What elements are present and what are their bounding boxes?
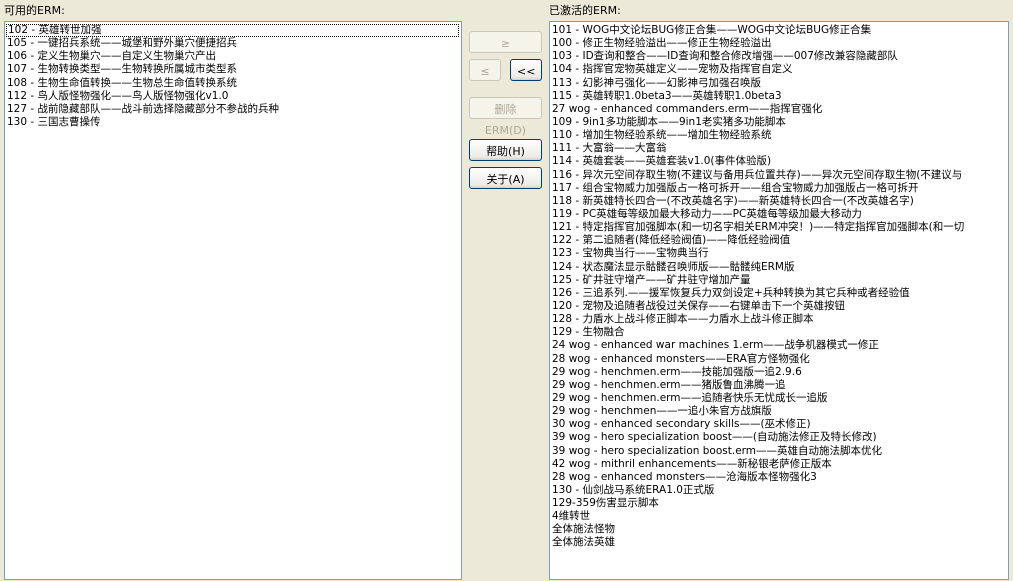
list-item[interactable]: 123 - 宝物典当行——宝物典当行	[550, 247, 1008, 260]
list-item[interactable]: 109 - 9in1多功能脚本——9in1老实猪多功能脚本	[550, 116, 1008, 129]
list-item[interactable]: 29 wog - henchmen.erm——追随者快乐无忧成长一追版	[550, 392, 1008, 405]
list-item[interactable]: 30 wog - enhanced secondary skills——(巫术修…	[550, 418, 1008, 431]
list-item[interactable]: 128 - 力盾水上战斗修正脚本——力盾水上战斗修正脚本	[550, 313, 1008, 326]
list-item[interactable]: 101 - WOG中文论坛BUG修正合集——WOG中文论坛BUG修正合集	[550, 24, 1008, 37]
list-item[interactable]: 4维转世	[550, 510, 1008, 523]
list-item[interactable]: 107 - 生物转换类型——生物转换所属城市类型系	[5, 63, 461, 76]
active-erm-label: 已激活的ERM:	[549, 4, 621, 17]
list-item[interactable]: 129 - 生物融合	[550, 326, 1008, 339]
list-item[interactable]: 114 - 英雄套装——英雄套装v1.0(事件体验版)	[550, 155, 1008, 168]
list-item[interactable]: 118 - 新英雄特长四合一(不改英雄名字)——新英雄特长四合一(不改英雄名字)	[550, 195, 1008, 208]
list-item[interactable]: 126 - 三追系列.——援军恢复兵力双剑设定+兵种转换为其它兵种或者经验值	[550, 287, 1008, 300]
add-erm-button[interactable]: ≥	[469, 31, 542, 53]
remove-all-erm-button[interactable]: <<	[510, 59, 542, 81]
list-item[interactable]: 105 - 一键招兵系统——城堡和野外巢穴便捷招兵	[5, 37, 461, 50]
delete-erm-button[interactable]: 删除ERM(D)	[469, 97, 542, 137]
list-item[interactable]: 100 - 修正生物经验溢出——修正生物经验溢出	[550, 37, 1008, 50]
list-item[interactable]: 24 wog - enhanced war machines 1.erm——战争…	[550, 339, 1008, 352]
list-item[interactable]: 全体施法怪物	[550, 523, 1008, 536]
list-item[interactable]: 115 - 英雄转职1.0beta3——英雄转职1.0beta3	[550, 90, 1008, 103]
list-item[interactable]: 122 - 第二追随者(降低经验阀值)——降低经验阀值	[550, 234, 1008, 247]
list-item[interactable]: 111 - 大富翁——大富翁	[550, 142, 1008, 155]
list-item[interactable]: 106 - 定义生物巢穴——自定义生物巢穴产出	[5, 50, 461, 63]
list-item[interactable]: 116 - 异次元空间存取生物(不建议与备用兵位置共存)——异次元空间存取生物(…	[550, 169, 1008, 182]
list-item[interactable]: 108 - 生物生命值转换——生物总生命值转换系统	[5, 77, 461, 90]
list-item[interactable]: 29 wog - henchmen.erm——猪版鲁血沸腾一追	[550, 379, 1008, 392]
list-item[interactable]: 103 - ID查询和整合——ID查询和整合修改增强——007修改兼容隐藏部队	[550, 50, 1008, 63]
list-item[interactable]: 102 - 英雄转世加强	[6, 24, 459, 38]
list-item[interactable]: 28 wog - enhanced monsters——ERA官方怪物强化	[550, 353, 1008, 366]
list-item[interactable]: 127 - 战前隐藏部队——战斗前选择隐藏部分不参战的兵种	[5, 103, 461, 116]
list-item[interactable]: 124 - 状态魔法显示骷髅召唤师版——骷髅纯ERM版	[550, 261, 1008, 274]
list-item[interactable]: 39 wog - hero specialization boost.erm——…	[550, 445, 1008, 458]
list-item[interactable]: 39 wog - hero specialization boost——(自动施…	[550, 431, 1008, 444]
list-item[interactable]: 130 - 仙剑战马系统ERA1.0正式版	[550, 484, 1008, 497]
list-item[interactable]: 119 - PC英雄每等级加最大移动力——PC英雄每等级加最大移动力	[550, 208, 1008, 221]
list-item[interactable]: 117 - 组合宝物威力加强版占一格可拆开——组合宝物威力加强版占一格可拆开	[550, 182, 1008, 195]
list-item[interactable]: 130 - 三国志曹操传	[5, 116, 461, 129]
list-item[interactable]: 125 - 矿井驻守增产——矿井驻守增加产量	[550, 274, 1008, 287]
list-item[interactable]: 27 wog - enhanced commanders.erm——指挥官强化	[550, 103, 1008, 116]
available-erm-list[interactable]: 102 - 英雄转世加强 105 - 一键招兵系统——城堡和野外巢穴便捷招兵 106…	[4, 21, 462, 580]
list-item[interactable]: 28 wog - enhanced monsters——沧海版本怪物强化3	[550, 471, 1008, 484]
available-erm-label: 可用的ERM:	[4, 4, 65, 17]
about-button[interactable]: 关于(A)	[469, 167, 542, 189]
list-item[interactable]: 120 - 宠物及追随者战役过关保存——右键单击下一个英雄按钮	[550, 300, 1008, 313]
list-item[interactable]: 110 - 增加生物经验系统——增加生物经验系统	[550, 129, 1008, 142]
active-erm-list[interactable]: 101 - WOG中文论坛BUG修正合集——WOG中文论坛BUG修正合集 100 …	[549, 21, 1009, 580]
list-item[interactable]: 121 - 特定指挥官加强脚本(和一切名字相关ERM冲突！)——特定指挥官加强脚…	[550, 221, 1008, 234]
remove-erm-button[interactable]: ≤	[469, 59, 501, 81]
list-item[interactable]: 29 wog - henchmen.erm——技能加强版一追2.9.6	[550, 366, 1008, 379]
list-item[interactable]: 29 wog - henchmen——一追小朱官方战旗版	[550, 405, 1008, 418]
list-item[interactable]: 113 - 幻影神弓强化——幻影神弓加强召唤版	[550, 77, 1008, 90]
help-button[interactable]: 帮助(H)	[469, 139, 542, 161]
list-item[interactable]: 全体施法英雄	[550, 536, 1008, 549]
list-item[interactable]: 42 wog - mithril enhancements——新秘银老萨修正版本	[550, 458, 1008, 471]
list-item[interactable]: 104 - 指挥官宠物英雄定义——宠物及指挥官自定义	[550, 63, 1008, 76]
list-item[interactable]: 129-359伤害显示脚本	[550, 497, 1008, 510]
list-item[interactable]: 112 - 鸟人版怪物强化——鸟人版怪物强化v1.0	[5, 90, 461, 103]
